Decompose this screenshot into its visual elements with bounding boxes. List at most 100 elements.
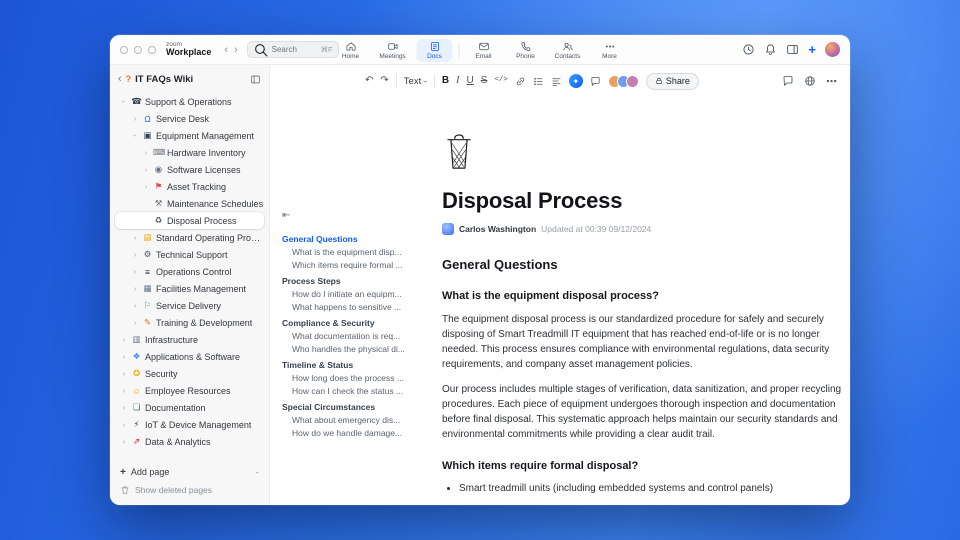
wiki-page-item[interactable]: › ⚒ Maintenance Schedules bbox=[115, 195, 264, 212]
wiki-page-item[interactable]: › ❏ Documentation bbox=[115, 399, 264, 416]
wiki-page-item[interactable]: › ⚡ IoT & Device Management bbox=[115, 416, 264, 433]
collapse-sidebar-icon[interactable] bbox=[250, 74, 261, 85]
wiki-page-item[interactable]: › ⚙ Technical Support bbox=[115, 246, 264, 263]
outline-item[interactable]: General Questions bbox=[282, 232, 434, 245]
tab-email[interactable]: Email bbox=[466, 39, 502, 62]
outline-item[interactable]: Compliance & Security bbox=[282, 316, 434, 329]
outline-item[interactable]: Special Circumstances bbox=[282, 400, 434, 413]
close-window-button[interactable] bbox=[120, 45, 128, 54]
expand-chevron-icon[interactable]: › bbox=[120, 352, 128, 361]
global-search[interactable]: ⌘F bbox=[246, 41, 339, 58]
minimize-window-button[interactable] bbox=[134, 45, 142, 54]
wiki-page-item[interactable]: › ❖ Applications & Software bbox=[115, 348, 264, 365]
expand-chevron-icon[interactable]: › bbox=[131, 114, 139, 123]
outline-item[interactable]: What happens to sensitive ... bbox=[282, 300, 434, 313]
wiki-page-item[interactable]: › ▣ Equipment Management bbox=[115, 127, 264, 144]
redo-button[interactable]: ↷ bbox=[380, 76, 388, 86]
expand-chevron-icon[interactable]: › bbox=[142, 165, 150, 174]
wiki-page-item[interactable]: › ⚐ Service Delivery bbox=[115, 297, 264, 314]
show-deleted-pages-button[interactable]: Show deleted pages bbox=[110, 481, 269, 499]
wiki-page-item[interactable]: › ≡ Operations Control bbox=[115, 263, 264, 280]
expand-chevron-icon[interactable]: › bbox=[131, 233, 139, 242]
italic-button[interactable]: I bbox=[456, 76, 459, 86]
expand-chevron-icon[interactable]: › bbox=[120, 386, 128, 395]
chat-bubble-icon[interactable] bbox=[782, 75, 794, 87]
outline-item[interactable]: Timeline & Status bbox=[282, 358, 434, 371]
wiki-page-item[interactable]: › ✎ Training & Development bbox=[115, 314, 264, 331]
code-button[interactable]: </> bbox=[494, 77, 508, 85]
wiki-page-item[interactable]: › ▥ Infrastructure bbox=[115, 331, 264, 348]
clock-icon[interactable] bbox=[742, 43, 755, 56]
search-input[interactable] bbox=[271, 45, 318, 54]
bold-button[interactable]: B bbox=[442, 76, 449, 86]
trash-small-icon bbox=[121, 486, 129, 494]
expand-chevron-icon[interactable]: › bbox=[142, 148, 150, 157]
text-style-dropdown[interactable]: Text › bbox=[404, 76, 430, 87]
history-back-button[interactable]: ‹ bbox=[221, 44, 231, 56]
outline-item[interactable]: Which items require formal ... bbox=[282, 258, 434, 271]
globe-icon[interactable] bbox=[804, 75, 816, 87]
outline-item[interactable]: What is the equipment disp... bbox=[282, 245, 434, 258]
link-icon[interactable] bbox=[515, 76, 526, 87]
wiki-page-item[interactable]: › ✪ Security bbox=[115, 365, 264, 382]
ai-companion-icon[interactable]: ✦ bbox=[568, 74, 583, 88]
expand-chevron-icon[interactable]: › bbox=[131, 284, 139, 293]
tab-docs[interactable]: Docs bbox=[416, 38, 453, 62]
undo-button[interactable]: ↶ bbox=[365, 76, 373, 86]
wiki-page-item[interactable]: › ☎ Support & Operations bbox=[115, 93, 264, 110]
comment-icon[interactable] bbox=[590, 76, 601, 87]
wiki-page-item[interactable]: › ▦ Facilities Management bbox=[115, 280, 264, 297]
expand-chevron-icon[interactable]: › bbox=[120, 420, 128, 429]
add-page-options-chevron-icon[interactable]: › bbox=[253, 471, 262, 474]
outline-item[interactable]: What documentation is req... bbox=[282, 329, 434, 342]
expand-chevron-icon[interactable]: › bbox=[131, 318, 139, 327]
expand-chevron-icon[interactable]: › bbox=[131, 250, 139, 259]
expand-chevron-icon[interactable]: › bbox=[131, 267, 139, 276]
outline-item[interactable]: What about emergency dis... bbox=[282, 413, 434, 426]
expand-chevron-icon[interactable]: › bbox=[120, 369, 128, 378]
history-forward-button[interactable]: › bbox=[231, 44, 241, 56]
share-button[interactable]: Share bbox=[645, 72, 699, 90]
expand-chevron-icon[interactable]: › bbox=[120, 98, 129, 106]
outline-item[interactable]: Who handles the physical di... bbox=[282, 342, 434, 355]
expand-chevron-icon[interactable]: › bbox=[131, 301, 139, 310]
collapse-outline-icon[interactable]: ⇤ bbox=[282, 210, 290, 221]
tab-phone[interactable]: Phone bbox=[508, 39, 544, 62]
align-text-icon[interactable] bbox=[551, 76, 562, 87]
outline-item[interactable]: How do I initiate an equipm... bbox=[282, 287, 434, 300]
expand-chevron-icon[interactable]: › bbox=[120, 403, 128, 412]
wiki-page-item[interactable]: › Ω Service Desk bbox=[115, 110, 264, 127]
user-avatar[interactable] bbox=[825, 42, 840, 57]
outline-item[interactable]: Process Steps bbox=[282, 274, 434, 287]
tab-home[interactable]: Home bbox=[333, 39, 369, 62]
tab-meetings[interactable]: Meetings bbox=[375, 39, 411, 62]
panel-layout-icon[interactable] bbox=[786, 43, 799, 56]
more-options-button[interactable]: ⋯ bbox=[826, 75, 838, 88]
bell-icon[interactable] bbox=[764, 43, 777, 56]
zoom-window-button[interactable] bbox=[148, 45, 156, 54]
new-item-button[interactable]: + bbox=[808, 43, 816, 56]
tab-more[interactable]: More bbox=[592, 39, 628, 62]
wiki-page-item[interactable]: › ⌨ Hardware Inventory bbox=[115, 144, 264, 161]
add-page-button[interactable]: + Add page › bbox=[110, 463, 269, 481]
collaborator-avatar[interactable] bbox=[625, 74, 639, 88]
outline-item[interactable]: How can I check the status ... bbox=[282, 384, 434, 397]
outline-item[interactable]: How do we handle damage... bbox=[282, 426, 434, 439]
bullet-list-icon[interactable] bbox=[533, 76, 544, 87]
wiki-page-item[interactable]: › ▤ Standard Operating Procedures bbox=[115, 229, 264, 246]
document-body[interactable]: Disposal Process Carlos Washington Updat… bbox=[442, 97, 844, 505]
outline-item[interactable]: How long does the process ... bbox=[282, 371, 434, 384]
strikethrough-button[interactable]: S bbox=[481, 76, 488, 86]
wiki-page-item[interactable]: › ⇗ Data & Analytics bbox=[115, 433, 264, 450]
sidebar-back-button[interactable]: ‹ bbox=[118, 73, 122, 85]
underline-button[interactable]: U bbox=[466, 76, 473, 86]
expand-chevron-icon[interactable]: › bbox=[142, 182, 150, 191]
tab-contacts[interactable]: Contacts bbox=[550, 39, 586, 62]
wiki-page-item[interactable]: › ♻ Disposal Process bbox=[115, 212, 264, 229]
expand-chevron-icon[interactable]: › bbox=[120, 437, 128, 446]
wiki-page-item[interactable]: › ☺ Employee Resources bbox=[115, 382, 264, 399]
wiki-page-item[interactable]: › ⚑ Asset Tracking bbox=[115, 178, 264, 195]
expand-chevron-icon[interactable]: › bbox=[131, 132, 140, 140]
wiki-page-item[interactable]: › ◉ Software Licenses bbox=[115, 161, 264, 178]
expand-chevron-icon[interactable]: › bbox=[120, 335, 128, 344]
